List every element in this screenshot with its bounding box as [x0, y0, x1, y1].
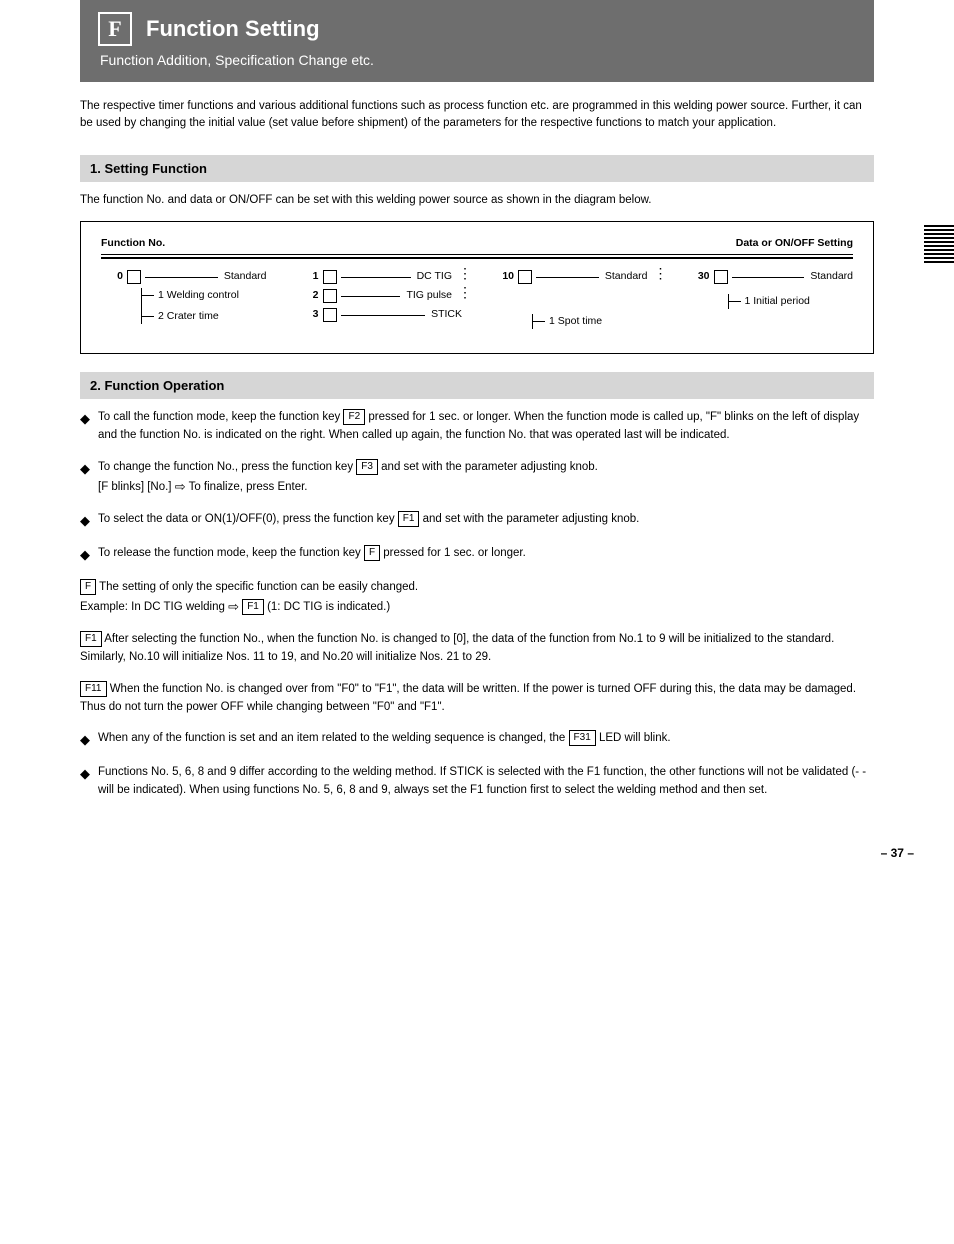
diagram-column-1: 0 Standard 1 Welding control 2 Crater ti… [101, 269, 267, 329]
page-number: – 37 – [881, 846, 914, 860]
diag-label: DC TIG [417, 269, 452, 284]
text: To finalize, press Enter. [189, 481, 308, 493]
bullet-icon: ◆ [80, 459, 90, 479]
key-label: F11 [80, 681, 107, 697]
arrow-right-icon: ⇨ [175, 479, 186, 494]
key-label: F1 [80, 631, 102, 647]
header-key-icon: F [98, 12, 132, 46]
text: pressed for 1 sec. or longer. [383, 547, 526, 559]
key-label: F [80, 579, 96, 595]
checkbox-icon [518, 270, 532, 284]
page-header: F Function Setting Function Addition, Sp… [80, 0, 874, 82]
diag-label: Standard [224, 269, 267, 284]
diagram-head-left: Function No. [101, 236, 165, 251]
diag-num: 2 [297, 288, 319, 303]
vertical-dots-icon: ⋮ [458, 288, 462, 296]
note-f1: F1 After selecting the function No., whe… [80, 631, 874, 667]
bullet-icon: ◆ [80, 545, 90, 565]
key-label: F [364, 545, 380, 561]
text: To select the data or ON(1)/OFF(0), pres… [98, 513, 398, 525]
diag-label: TIG pulse [406, 288, 452, 303]
diagram-column-2: 1 DC TIG ⋮ 2 TIG pulse ⋮ 3 [297, 269, 463, 326]
text: The setting of only the specific functio… [99, 581, 418, 593]
bullet-icon: ◆ [80, 730, 90, 750]
diag-sub-label: 1 Initial period [745, 294, 810, 309]
checkbox-icon [323, 308, 337, 322]
operation-note-final: ◆ Functions No. 5, 6, 8 and 9 differ acc… [80, 764, 874, 800]
setting-description: The function No. and data or ON/OFF can … [80, 192, 874, 209]
text: Functions No. 5, 6, 8 and 9 differ accor… [98, 764, 874, 800]
diag-label: STICK [431, 307, 462, 322]
diagram-column-3: 10 Standard ⋮ 1 Spot time [492, 269, 658, 335]
diag-label: Standard [810, 269, 853, 284]
text: [F blinks] [No.] [98, 481, 175, 493]
text: Example: In DC TIG welding [80, 601, 228, 613]
operation-note-f31: ◆ When any of the function is set and an… [80, 730, 874, 750]
note-f11: F11 When the function No. is changed ove… [80, 681, 874, 717]
vertical-dots-icon: ⋮ [654, 269, 658, 277]
text: To change the function No., press the fu… [98, 461, 356, 473]
diag-label: Standard [605, 269, 648, 284]
text: After selecting the function No., when t… [80, 633, 834, 663]
diag-num: 1 [297, 269, 319, 284]
checkbox-icon [714, 270, 728, 284]
key-label: F1 [242, 599, 264, 615]
diag-num: 0 [101, 269, 123, 284]
section-heading-setting: 1. Setting Function [80, 155, 874, 182]
bullet-icon: ◆ [80, 511, 90, 531]
text: To call the function mode, keep the func… [98, 411, 343, 423]
diag-num: 30 [688, 269, 710, 284]
diagram-head-right: Data or ON/OFF Setting [736, 236, 853, 251]
operation-step-3: ◆ To select the data or ON(1)/OFF(0), pr… [80, 511, 874, 531]
arrow-right-icon: ⇨ [228, 599, 239, 614]
text: and set with the parameter adjusting kno… [381, 461, 598, 473]
diagram-column-4: 30 Standard 1 Initial period [688, 269, 854, 315]
operation-step-1: ◆ To call the function mode, keep the fu… [80, 409, 874, 445]
key-label: F31 [569, 730, 596, 746]
text: When the function No. is changed over fr… [80, 683, 856, 713]
key-label: F3 [356, 459, 378, 475]
text: When any of the function is set and an i… [98, 732, 569, 744]
text: (1: DC TIG is indicated.) [267, 601, 390, 613]
side-tab-marker [924, 225, 954, 265]
diag-sub-label: 2 Crater time [158, 309, 219, 324]
diag-num: 10 [492, 269, 514, 284]
key-label: F1 [398, 511, 420, 527]
operation-step-2: ◆ To change the function No., press the … [80, 459, 874, 497]
checkbox-icon [323, 270, 337, 284]
page-title: Function Setting [146, 16, 320, 42]
diag-sub-label: 1 Spot time [549, 314, 602, 329]
key-label: F2 [343, 409, 365, 425]
vertical-dots-icon: ⋮ [458, 269, 462, 277]
intro-paragraph: The respective timer functions and vario… [80, 98, 874, 133]
operation-step-4: ◆ To release the function mode, keep the… [80, 545, 874, 565]
section-heading-operation: 2. Function Operation [80, 372, 874, 399]
checkbox-icon [323, 289, 337, 303]
diag-sub-label: 1 Welding control [158, 288, 239, 303]
page-subtitle: Function Addition, Specification Change … [100, 52, 856, 68]
text: LED will blink. [599, 732, 671, 744]
bullet-icon: ◆ [80, 409, 90, 429]
diag-num: 3 [297, 307, 319, 322]
checkbox-icon [127, 270, 141, 284]
note-f: F The setting of only the specific funct… [80, 579, 874, 617]
bullet-icon: ◆ [80, 764, 90, 784]
function-diagram: Function No. Data or ON/OFF Setting 0 St… [80, 221, 874, 354]
text: and set with the parameter adjusting kno… [423, 513, 640, 525]
text: To release the function mode, keep the f… [98, 547, 364, 559]
